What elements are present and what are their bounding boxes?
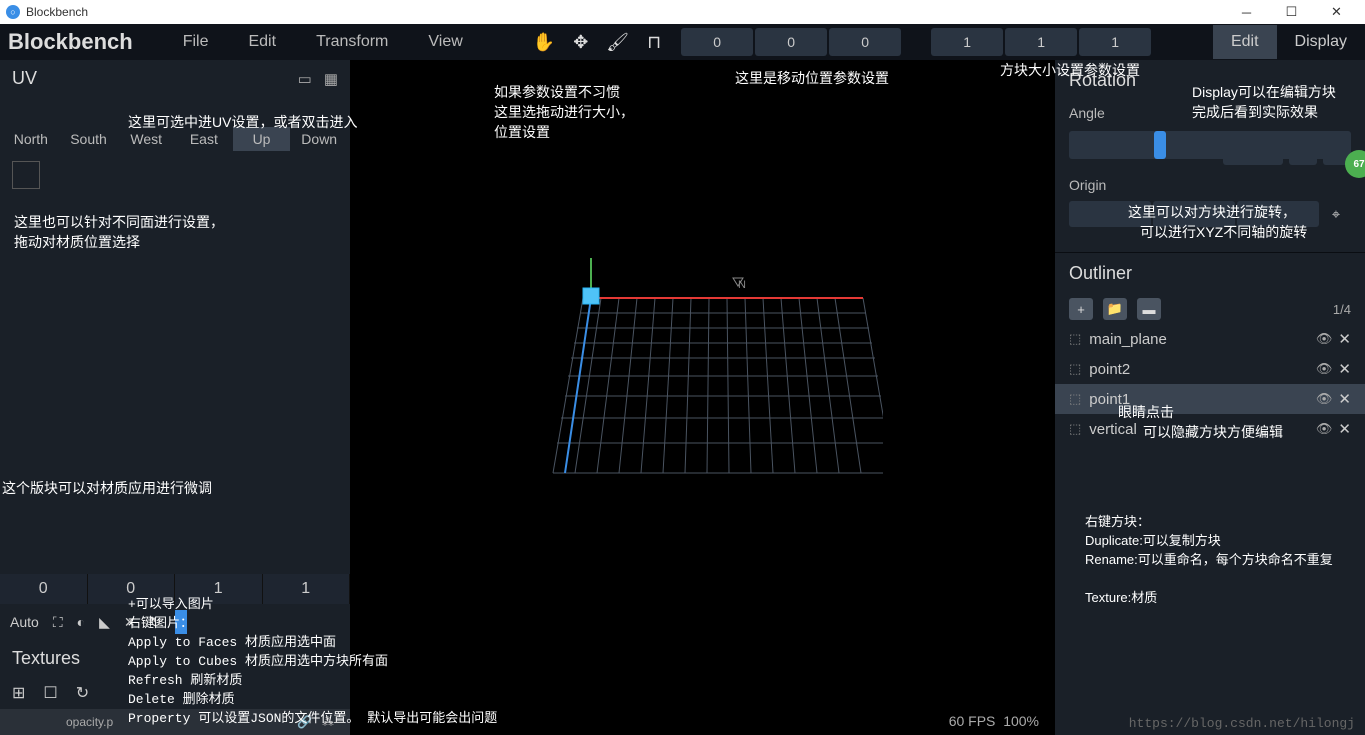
- size-y[interactable]: 1: [1005, 28, 1077, 56]
- grid-3d: N: [523, 258, 883, 538]
- clear-icon[interactable]: ✕: [124, 614, 136, 631]
- title-bar: ○ Blockbench ─ ☐ ✕: [0, 0, 1365, 24]
- origin-x[interactable]: [1069, 201, 1151, 227]
- rotate-icon[interactable]: ↻: [150, 614, 162, 631]
- blank-texture-icon[interactable]: ☐: [43, 683, 57, 703]
- uv-canvas[interactable]: [12, 161, 40, 189]
- menu-transform[interactable]: Transform: [296, 33, 408, 51]
- menu-bar: Blockbench File Edit Transform View ✋ ✥ …: [0, 24, 1365, 60]
- face-up[interactable]: Up: [233, 127, 291, 151]
- visibility-icon[interactable]: 👁: [1316, 391, 1333, 407]
- add-folder-icon[interactable]: 📁: [1103, 298, 1127, 320]
- visibility-icon[interactable]: 👁: [1316, 361, 1333, 377]
- visibility-icon[interactable]: 👁: [1316, 421, 1333, 437]
- contrast-icon[interactable]: ◐: [77, 614, 85, 630]
- menu-file[interactable]: File: [163, 33, 229, 51]
- rotation-title: Rotation: [1055, 60, 1365, 101]
- visibility-icon[interactable]: 👁: [1316, 331, 1333, 347]
- fill-icon[interactable]: ◣: [99, 614, 110, 631]
- grid-view-icon[interactable]: ▦: [324, 70, 338, 88]
- hand-tool-icon[interactable]: ✋: [533, 32, 555, 53]
- color-swatch[interactable]: [175, 610, 187, 634]
- angle-label: Angle: [1055, 101, 1365, 125]
- cube-icon: ⬚: [1069, 391, 1081, 407]
- delete-icon[interactable]: ✕: [1338, 390, 1351, 408]
- size-z[interactable]: 1: [1079, 28, 1151, 56]
- size-x[interactable]: 1: [931, 28, 1003, 56]
- link-icon[interactable]: 🔗: [297, 715, 312, 729]
- cube-icon: ⬚: [1069, 331, 1081, 347]
- move-tool-icon[interactable]: ✥: [573, 32, 588, 53]
- menu-view[interactable]: View: [408, 33, 482, 51]
- minimize-button[interactable]: ─: [1224, 0, 1269, 24]
- single-view-icon[interactable]: ▭: [298, 70, 312, 88]
- uv-val-1[interactable]: 0: [88, 574, 176, 604]
- right-panel: Rotation Angle Y Axis ✕ Origin ⌖ Outline…: [1055, 60, 1365, 735]
- face-down[interactable]: Down: [290, 127, 348, 151]
- face-west[interactable]: West: [117, 127, 175, 151]
- refresh-texture-icon[interactable]: ↻: [76, 683, 89, 703]
- pos-y[interactable]: 0: [755, 28, 827, 56]
- face-east[interactable]: East: [175, 127, 233, 151]
- uv-title: UV: [12, 68, 37, 89]
- outliner-item-point2[interactable]: ⬚ point2 👁 ✕: [1055, 354, 1365, 384]
- viewport[interactable]: N: [350, 60, 1055, 735]
- outliner-item-point1[interactable]: ⬚ point1 👁 ✕: [1055, 384, 1365, 414]
- delete-icon[interactable]: ✕: [1338, 360, 1351, 378]
- opacity-label: opacity.p: [66, 715, 113, 729]
- watermark: https://blog.csdn.net/hilongj: [1129, 716, 1355, 731]
- angle-slider[interactable]: [1069, 131, 1351, 159]
- pos-x[interactable]: 0: [681, 28, 753, 56]
- window-title: Blockbench: [26, 5, 88, 19]
- origin-label: Origin: [1069, 177, 1106, 193]
- brush-tool-icon[interactable]: 🖌: [606, 32, 629, 53]
- face-north[interactable]: North: [2, 127, 60, 151]
- delete-icon[interactable]: ✕: [1338, 330, 1351, 348]
- outliner-item-vertical[interactable]: ⬚ vertical 👁 ✕: [1055, 414, 1365, 444]
- menu-edit[interactable]: Edit: [228, 33, 296, 51]
- outliner-item-main-plane[interactable]: ⬚ main_plane 👁 ✕: [1055, 324, 1365, 354]
- add-texture-icon[interactable]: ⊞: [12, 683, 25, 703]
- mode-display[interactable]: Display: [1277, 25, 1365, 59]
- delete-icon[interactable]: ✕: [1338, 420, 1351, 438]
- add-cube-icon[interactable]: +: [1069, 298, 1093, 320]
- uv-val-3[interactable]: 1: [263, 574, 351, 604]
- toggle-icon[interactable]: ▬: [1137, 298, 1161, 320]
- badge[interactable]: 67: [1345, 150, 1365, 178]
- cube-icon: ⬚: [1069, 421, 1081, 437]
- maximize-button[interactable]: ☐: [1269, 0, 1314, 24]
- fullscreen-icon[interactable]: ⛶: [53, 614, 63, 631]
- app-icon: ○: [6, 5, 20, 19]
- origin-z[interactable]: [1237, 201, 1319, 227]
- outliner-title: Outliner: [1055, 252, 1365, 294]
- origin-y[interactable]: [1153, 201, 1235, 227]
- cube-icon: ⬚: [1069, 361, 1081, 377]
- face-south[interactable]: South: [60, 127, 118, 151]
- uv-panel: UV ▭ ▦ North South West East Up Down 0 0…: [0, 60, 350, 735]
- close-button[interactable]: ✕: [1314, 0, 1359, 24]
- status-bar: 60 FPS 100%: [943, 707, 1045, 735]
- center-origin-icon[interactable]: ⌖: [1321, 201, 1351, 227]
- uv-val-2[interactable]: 1: [175, 574, 263, 604]
- app-logo: Blockbench: [8, 29, 133, 55]
- uv-auto[interactable]: Auto: [10, 614, 39, 630]
- pos-z[interactable]: 0: [829, 28, 901, 56]
- uv-val-0[interactable]: 0: [0, 574, 88, 604]
- outliner-count: 1/4: [1333, 302, 1351, 317]
- more-icon[interactable]: ⁂: [322, 715, 334, 729]
- magnet-tool-icon[interactable]: ⊓: [647, 32, 661, 53]
- textures-title: Textures: [12, 648, 80, 669]
- mode-edit[interactable]: Edit: [1213, 25, 1277, 59]
